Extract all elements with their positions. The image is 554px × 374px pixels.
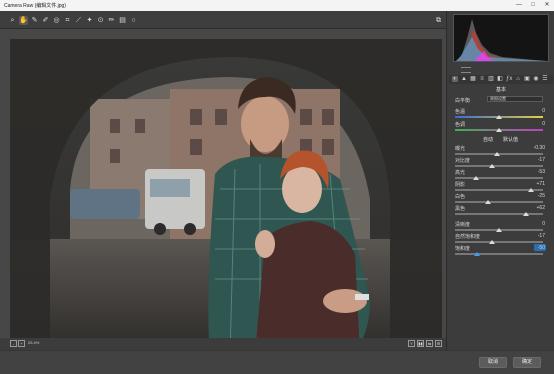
tool-bar: ⧉ ⌕ ✋ ✎ ✐ ◎ ⌗ ⟋ ✦ ⊙ ✏ ▤ ○ <box>0 11 446 29</box>
tone-label-4: 白色 <box>455 194 466 200</box>
panel-section-title: 基本 <box>495 87 506 93</box>
presence-label-0: 清晰度 <box>455 222 471 228</box>
window-title: Camera Raw (编辑文件.jpg) <box>4 3 66 9</box>
dialog-footer: 取消 确定 <box>0 350 554 374</box>
panel-tab-9[interactable]: ◉ <box>533 76 539 82</box>
hand-tool-icon[interactable]: ✋ <box>19 16 28 25</box>
tone-value-1[interactable]: -17 <box>538 157 545 163</box>
maximize-button[interactable]: □ <box>526 0 540 11</box>
tint-slider[interactable] <box>455 128 543 132</box>
panel-tab-2[interactable]: ▦ <box>470 76 476 82</box>
spot-removal-tool-icon[interactable]: ✦ <box>85 16 94 25</box>
panel-tab-6[interactable]: ƒx <box>506 76 512 82</box>
panel-tabs: ◐ ▲ ▦ ≡ ▥ ◧ ƒx ⌂ ▣ ◉ ☰ <box>449 75 553 84</box>
tone-slider-thumb-2[interactable] <box>473 176 480 180</box>
zoom-out-button[interactable]: - <box>10 340 17 347</box>
tone-slider-thumb-1[interactable] <box>488 164 495 168</box>
before-after-button[interactable]: ▮▮ <box>417 340 424 347</box>
temp-slider[interactable] <box>455 115 543 119</box>
graduated-filter-icon[interactable]: ▤ <box>118 16 127 25</box>
adjustment-brush-icon[interactable]: ✏ <box>107 16 116 25</box>
panel-tab-5[interactable]: ◧ <box>497 76 503 82</box>
red-eye-tool-icon[interactable]: ⊙ <box>96 16 105 25</box>
tone-slider-thumb-3[interactable] <box>527 188 534 192</box>
presence-label-1: 自然饱和度 <box>455 234 481 240</box>
open-preferences-icon[interactable]: ⧉ <box>434 16 443 25</box>
presence-slider-thumb-1[interactable] <box>488 240 495 244</box>
tone-slider-thumb-0[interactable] <box>494 152 501 156</box>
targeted-adjustment-tool-icon[interactable]: ◎ <box>52 16 61 25</box>
minimize-button[interactable]: — <box>512 0 526 11</box>
temp-label: 色温 <box>455 109 466 115</box>
white-balance-label: 白平衡 <box>455 98 471 104</box>
radial-filter-icon[interactable]: ○ <box>129 16 138 25</box>
close-button[interactable]: ✕ <box>540 0 554 11</box>
tone-slider-1[interactable] <box>455 164 543 168</box>
presence-value-1[interactable]: -17 <box>538 233 545 239</box>
presence-slider-0[interactable] <box>455 228 543 232</box>
tone-label-3: 阴影 <box>455 182 466 188</box>
presence-slider-2[interactable] <box>455 252 543 256</box>
cancel-button[interactable]: 取消 <box>479 357 507 368</box>
adjustment-panel: ◐ ▲ ▦ ≡ ▥ ◧ ƒx ⌂ ▣ ◉ ☰ 基本 白平衡 原照设置 色温 0 色调 0 自动 默认… <box>446 11 554 350</box>
tint-value[interactable]: 0 <box>542 121 545 127</box>
tone-slider-thumb-4[interactable] <box>485 200 492 204</box>
crop-tool-icon[interactable]: ⌗ <box>63 16 72 25</box>
tone-slider-2[interactable] <box>455 176 543 180</box>
presence-slider-thumb-2[interactable] <box>474 252 480 256</box>
tone-slider-thumb-5[interactable] <box>523 212 530 216</box>
tone-value-3[interactable]: +71 <box>537 181 545 187</box>
view-settings-button[interactable]: ⚙ <box>435 340 442 347</box>
panel-tab-10[interactable]: ☰ <box>542 76 548 82</box>
window-titlebar: Camera Raw (编辑文件.jpg) — □ ✕ <box>0 0 554 11</box>
tint-label: 色调 <box>455 122 466 128</box>
swap-settings-button[interactable]: ⇆ <box>426 340 433 347</box>
tone-label-5: 黑色 <box>455 206 466 212</box>
tone-slider-3[interactable] <box>455 188 543 192</box>
tone-label-2: 高光 <box>455 170 466 176</box>
straighten-tool-icon[interactable]: ⟋ <box>74 16 83 25</box>
panel-tab-4[interactable]: ▥ <box>488 76 494 82</box>
photo-illustration <box>10 39 442 355</box>
tone-value-0[interactable]: -0.30 <box>534 145 545 151</box>
panel-tab-3[interactable]: ≡ <box>479 76 485 82</box>
tone-value-5[interactable]: +62 <box>537 205 545 211</box>
done-button[interactable]: 确定 <box>513 357 541 368</box>
tone-label-0: 曝光 <box>455 146 466 152</box>
status-bar: - + 25.4% Y ▮▮ ⇆ ⚙ <box>0 338 446 350</box>
zoom-tool-icon[interactable]: ⌕ <box>8 16 17 25</box>
temp-value[interactable]: 0 <box>542 108 545 114</box>
preview-image[interactable] <box>10 39 442 355</box>
histogram <box>453 14 549 62</box>
panel-tab-7[interactable]: ⌂ <box>515 76 521 82</box>
white-balance-dropdown[interactable]: 原照设置 <box>487 96 543 102</box>
presence-label-2: 饱和度 <box>455 246 471 252</box>
presence-value-2[interactable]: -50 <box>538 245 545 251</box>
panel-tab-0[interactable]: ◐ <box>452 76 458 82</box>
color-sampler-tool-icon[interactable]: ✐ <box>41 16 50 25</box>
default-link[interactable]: 默认值 <box>503 136 518 143</box>
tone-slider-4[interactable] <box>455 200 543 204</box>
presence-slider-1[interactable] <box>455 240 543 244</box>
tone-slider-0[interactable] <box>455 152 543 156</box>
tone-value-4[interactable]: -25 <box>538 193 545 199</box>
zoom-level[interactable]: 25.4% <box>28 340 39 345</box>
auto-link[interactable]: 自动 <box>483 136 493 143</box>
panel-tab-1[interactable]: ▲ <box>461 76 467 82</box>
panel-tab-8[interactable]: ▣ <box>524 76 530 82</box>
view-toggle-button[interactable]: Y <box>408 340 415 347</box>
tone-value-2[interactable]: -53 <box>538 169 545 175</box>
presence-slider-thumb-0[interactable] <box>496 228 502 232</box>
zoom-in-button[interactable]: + <box>18 340 25 347</box>
tone-slider-5[interactable] <box>455 212 543 216</box>
presence-value-0[interactable]: 0 <box>542 221 545 227</box>
image-viewport[interactable] <box>0 29 446 355</box>
white-balance-tool-icon[interactable]: ✎ <box>30 16 39 25</box>
tone-label-1: 对比度 <box>455 158 471 164</box>
